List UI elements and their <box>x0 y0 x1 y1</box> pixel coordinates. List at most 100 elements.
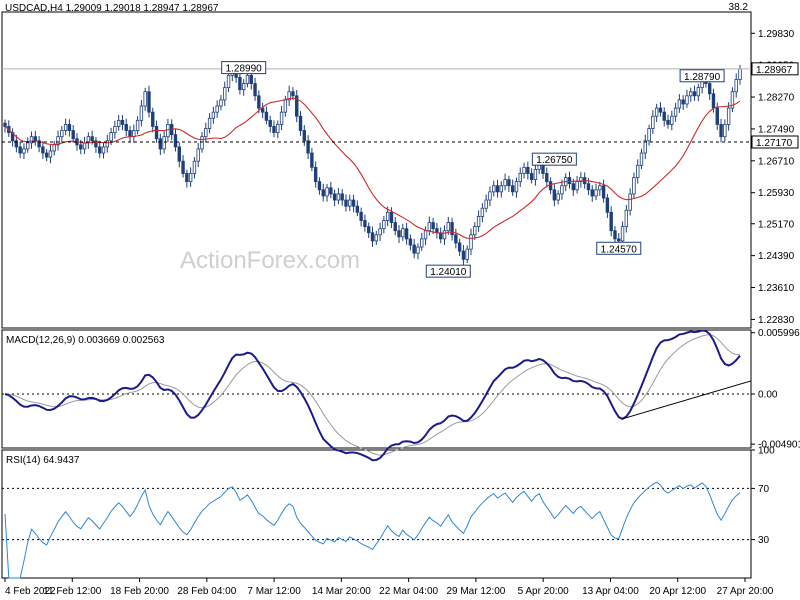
corner-value: 38.2 <box>729 2 749 13</box>
candle-body <box>367 226 371 234</box>
candle-body <box>416 246 420 254</box>
candle-body <box>378 228 382 236</box>
candle-body <box>63 124 68 131</box>
candle-body <box>473 226 477 236</box>
candle-body <box>109 132 113 142</box>
candle-body <box>571 183 575 191</box>
candle-body <box>382 220 386 230</box>
candle-body <box>457 242 462 252</box>
x-tick-label: 14 Mar 20:00 <box>312 586 371 597</box>
candle-body <box>461 250 466 260</box>
candle-body <box>420 238 424 248</box>
candle-body <box>67 124 72 131</box>
candle-body <box>139 105 144 121</box>
candle-body <box>317 181 322 191</box>
price-tick-label: 1.23610 <box>758 283 795 294</box>
candle-body <box>135 119 140 131</box>
candle-body <box>181 160 185 174</box>
candle-body <box>340 193 344 201</box>
candle-body <box>283 99 288 113</box>
candle-body <box>279 111 284 125</box>
candle-body <box>590 189 594 197</box>
candle-body <box>374 234 378 242</box>
candle-body <box>143 91 147 107</box>
candle-body <box>348 199 352 207</box>
candle-body <box>605 197 610 213</box>
candle-body <box>692 91 697 97</box>
annotation-label: 1.26750 <box>536 155 573 166</box>
price-annotation: 1.28990 <box>221 61 267 75</box>
candle-body <box>548 181 553 191</box>
candle-body <box>404 228 409 240</box>
price-annotation: 1.28790 <box>679 69 725 83</box>
candle-body <box>586 183 591 191</box>
candle-body <box>276 124 280 133</box>
x-tick-label: 27 Apr 20:00 <box>717 586 774 597</box>
candle-body <box>291 91 295 97</box>
candle-body <box>79 144 83 150</box>
candle-body <box>446 222 450 232</box>
candle-body <box>44 152 49 158</box>
candle-body <box>128 130 132 138</box>
candle-body <box>423 230 428 240</box>
candle-body <box>147 91 151 113</box>
candle-body <box>726 107 731 125</box>
level-price-label: 1.27170 <box>756 138 793 149</box>
candle-body <box>124 124 128 131</box>
candle-body <box>272 126 276 133</box>
x-tick-label: 28 Feb 04:00 <box>177 586 236 597</box>
candle-body <box>151 111 155 127</box>
candle-body <box>654 107 659 117</box>
candle-body <box>719 124 723 138</box>
candle-body <box>670 115 674 125</box>
candle-body <box>264 111 269 121</box>
candle-body <box>397 230 401 238</box>
current-price-label: 1.28967 <box>756 65 793 76</box>
candle-body <box>734 79 738 93</box>
candle-body <box>711 93 716 109</box>
candle-body <box>575 181 579 191</box>
candle-body <box>177 146 181 162</box>
rsi-tick-label: 30 <box>758 535 770 546</box>
candle-body <box>545 173 549 183</box>
candle-body <box>514 181 519 193</box>
price-tick-label: 1.27490 <box>758 124 795 135</box>
candle-body <box>598 185 602 191</box>
x-tick-label: 29 Mar 12:00 <box>446 586 505 597</box>
candle-body <box>370 232 375 242</box>
candle-body <box>620 226 625 242</box>
candle-body <box>707 83 712 95</box>
candle-body <box>613 230 617 240</box>
candle-body <box>336 193 341 201</box>
candle-body <box>492 185 496 193</box>
candle-body <box>476 215 481 228</box>
x-tick-label: 11 Feb 12:00 <box>43 586 102 597</box>
candle-body <box>488 191 492 201</box>
candle-body <box>298 115 303 131</box>
candle-body <box>185 173 189 183</box>
candle-body <box>401 228 405 238</box>
annotation-label: 1.28790 <box>684 72 721 83</box>
candle-body <box>215 105 219 113</box>
candle-body <box>268 119 272 127</box>
candle-body <box>677 99 682 109</box>
candle-body <box>723 124 727 138</box>
candle-body <box>3 122 7 127</box>
candle-body <box>223 87 227 101</box>
candle-body <box>628 193 632 211</box>
candle-body <box>715 107 719 125</box>
candle-body <box>310 152 314 168</box>
candle-body <box>90 136 94 142</box>
candle-body <box>200 136 204 150</box>
candle-body <box>662 111 666 121</box>
candle-body <box>101 146 106 154</box>
candle-body <box>196 148 200 162</box>
candle-body <box>518 173 522 183</box>
candle-body <box>325 187 329 197</box>
candle-body <box>522 166 526 174</box>
candle-body <box>154 126 159 140</box>
candle-body <box>192 160 197 174</box>
candle-body <box>689 91 693 97</box>
candle-body <box>469 234 473 250</box>
rsi-panel <box>1 449 752 579</box>
